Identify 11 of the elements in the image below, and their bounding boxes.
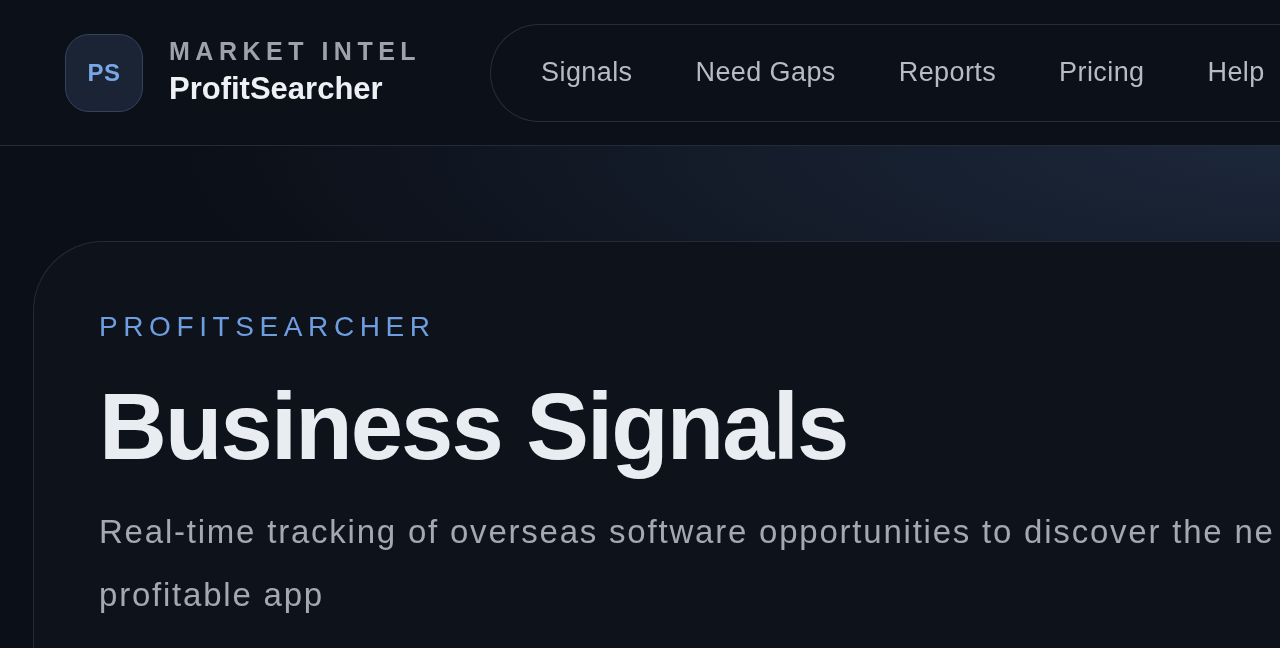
brand-eyebrow: MARKET INTEL xyxy=(169,38,422,64)
brand-name: ProfitSearcher xyxy=(169,71,384,107)
nav-link[interactable]: Need Gaps xyxy=(695,57,836,88)
nav-link[interactable]: Reports xyxy=(898,57,997,88)
hero-title: Business Signals xyxy=(99,373,848,481)
hero-eyebrow: PROFITSEARCHER xyxy=(99,313,436,341)
hero-description: Real-time tracking of overseas software opportunities to discover the ne profitable app xyxy=(99,511,1275,615)
nav-link[interactable]: Signals xyxy=(541,57,633,88)
nav-link[interactable]: Pricing xyxy=(1059,57,1145,88)
nav-link[interactable]: Help xyxy=(1207,57,1265,88)
logo-badge: PS xyxy=(65,33,143,112)
